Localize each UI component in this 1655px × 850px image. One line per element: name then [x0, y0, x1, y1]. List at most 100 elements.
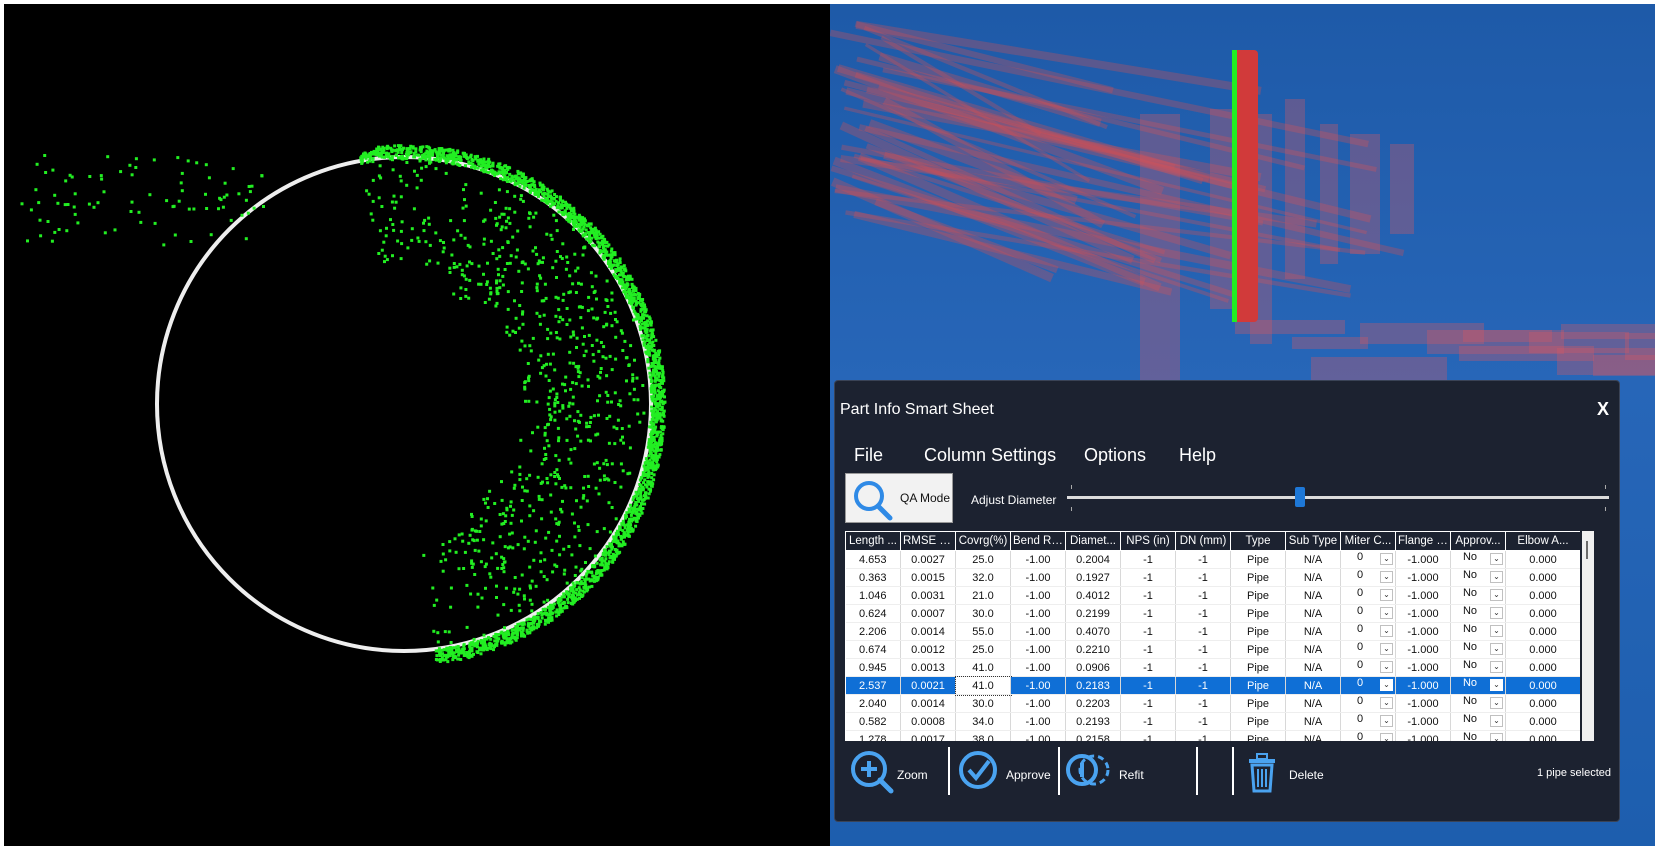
table-cell[interactable]: 0 ⌄	[1340, 676, 1396, 695]
table-cell[interactable]: -1.00	[1010, 658, 1066, 677]
table-cell[interactable]: -1.00	[1010, 586, 1066, 605]
table-cell[interactable]: Pipe	[1230, 676, 1286, 695]
chevron-down-icon[interactable]: ⌄	[1490, 553, 1503, 565]
table-cell[interactable]: -1	[1120, 712, 1176, 731]
delete-button[interactable]: Delete	[1243, 749, 1343, 799]
table-cell[interactable]: 25.0	[955, 640, 1011, 659]
table-cell[interactable]: 25.0	[955, 550, 1011, 569]
menu-help[interactable]: Help	[1179, 445, 1216, 466]
table-cell[interactable]: -1.00	[1010, 604, 1066, 623]
chevron-down-icon[interactable]: ⌄	[1490, 643, 1503, 655]
table-row[interactable]: 0.674 0.0012 25.0 -1.00 0.2210 -1 -1 Pipe N/A 0 ⌄ -…	[845, 640, 1580, 659]
close-button[interactable]: X	[1597, 399, 1609, 420]
adjust-diameter-slider[interactable]	[1067, 481, 1609, 511]
table-cell[interactable]: No ⌄	[1450, 586, 1506, 605]
table-cell[interactable]: N/A	[1285, 676, 1341, 695]
table-cell[interactable]: No ⌄	[1450, 730, 1506, 741]
table-cell[interactable]: 0.2210	[1065, 640, 1121, 659]
table-cell[interactable]: -1	[1175, 730, 1231, 741]
table-cell[interactable]: -1	[1120, 550, 1176, 569]
table-cell[interactable]: 0.0007	[900, 604, 956, 623]
table-cell[interactable]: -1.00	[1010, 712, 1066, 731]
chevron-down-icon[interactable]: ⌄	[1380, 589, 1393, 601]
table-cell[interactable]: 0 ⌄	[1340, 694, 1396, 713]
table-cell[interactable]: Pipe	[1230, 550, 1286, 569]
table-cell[interactable]: 0.2004	[1065, 550, 1121, 569]
table-cell[interactable]: 0.4070	[1065, 622, 1121, 641]
table-cell[interactable]: No ⌄	[1450, 640, 1506, 659]
table-cell[interactable]: 30.0	[955, 694, 1011, 713]
table-cell[interactable]: 41.0	[955, 658, 1011, 677]
table-cell[interactable]: Pipe	[1230, 712, 1286, 731]
column-header[interactable]: Approv...	[1450, 531, 1506, 551]
table-cell[interactable]: No ⌄	[1450, 694, 1506, 713]
chevron-down-icon[interactable]: ⌄	[1380, 571, 1393, 583]
table-cell[interactable]: 1.046	[845, 586, 901, 605]
column-header[interactable]: Elbow A...	[1505, 531, 1580, 551]
column-header[interactable]: Diamet...	[1065, 531, 1121, 551]
qa-mode-button[interactable]: QA Mode	[845, 473, 953, 523]
table-cell[interactable]: 0.945	[845, 658, 901, 677]
table-cell[interactable]: 1.278	[845, 730, 901, 741]
chevron-down-icon[interactable]: ⌄	[1380, 679, 1393, 691]
menu-file[interactable]: File	[854, 445, 883, 466]
table-cell[interactable]: -1.00	[1010, 640, 1066, 659]
table-cell[interactable]: -1	[1120, 658, 1176, 677]
table-cell[interactable]: -1.000	[1395, 694, 1451, 713]
table-cell[interactable]: -1.000	[1395, 550, 1451, 569]
chevron-down-icon[interactable]: ⌄	[1490, 697, 1503, 709]
table-cell[interactable]: 0.0014	[900, 622, 956, 641]
table-cell[interactable]: 0.582	[845, 712, 901, 731]
table-cell[interactable]: -1.00	[1010, 676, 1066, 695]
table-cell[interactable]: -1	[1175, 640, 1231, 659]
table-cell[interactable]: -1	[1175, 586, 1231, 605]
table-cell[interactable]: -1.000	[1395, 712, 1451, 731]
table-cell[interactable]: 2.537	[845, 676, 901, 695]
approve-button[interactable]: Approve	[958, 749, 1053, 799]
table-cell[interactable]: Pipe	[1230, 604, 1286, 623]
chevron-down-icon[interactable]: ⌄	[1490, 625, 1503, 637]
table-cell[interactable]: 0.2193	[1065, 712, 1121, 731]
table-cell[interactable]: 0.0013	[900, 658, 956, 677]
table-cell[interactable]: 0 ⌄	[1340, 604, 1396, 623]
table-cell[interactable]: 0 ⌄	[1340, 712, 1396, 731]
chevron-down-icon[interactable]: ⌄	[1490, 679, 1503, 691]
table-cell[interactable]: 32.0	[955, 568, 1011, 587]
table-cell[interactable]: 0.000	[1505, 712, 1580, 731]
table-cell[interactable]: -1.000	[1395, 658, 1451, 677]
chevron-down-icon[interactable]: ⌄	[1380, 553, 1393, 565]
table-cell[interactable]: 30.0	[955, 604, 1011, 623]
table-cell[interactable]: 0.674	[845, 640, 901, 659]
chevron-down-icon[interactable]: ⌄	[1380, 733, 1393, 741]
table-cell[interactable]: -1	[1175, 604, 1231, 623]
table-cell[interactable]: 0.2203	[1065, 694, 1121, 713]
table-cell[interactable]: N/A	[1285, 622, 1341, 641]
table-cell[interactable]: 0.000	[1505, 730, 1580, 741]
table-cell[interactable]: -1	[1120, 640, 1176, 659]
table-cell[interactable]: 0.0017	[900, 730, 956, 741]
table-cell[interactable]: 0 ⌄	[1340, 568, 1396, 587]
table-cell[interactable]: 2.206	[845, 622, 901, 641]
table-cell[interactable]: -1	[1175, 658, 1231, 677]
chevron-down-icon[interactable]: ⌄	[1380, 661, 1393, 673]
table-row[interactable]: 0.945 0.0013 41.0 -1.00 0.0906 -1 -1 Pipe N/A 0 ⌄ -…	[845, 658, 1580, 677]
table-cell[interactable]: N/A	[1285, 694, 1341, 713]
table-cell[interactable]: 0.0031	[900, 586, 956, 605]
table-cell[interactable]: Pipe	[1230, 730, 1286, 741]
table-cell[interactable]: 34.0	[955, 712, 1011, 731]
table-cell[interactable]: 0.000	[1505, 676, 1580, 695]
table-cell[interactable]: 21.0	[955, 586, 1011, 605]
table-cell[interactable]: -1	[1120, 586, 1176, 605]
table-cell[interactable]: 2.040	[845, 694, 901, 713]
table-cell[interactable]: N/A	[1285, 712, 1341, 731]
table-cell[interactable]: -1.00	[1010, 694, 1066, 713]
table-row[interactable]: 2.537 0.0021 41.0 -1.00 0.2183 -1 -1 Pipe N/A 0 ⌄ -…	[845, 675, 1580, 696]
table-cell[interactable]: -1.000	[1395, 640, 1451, 659]
table-cell[interactable]: 41.0	[954, 675, 1012, 696]
table-cell[interactable]: 0 ⌄	[1340, 622, 1396, 641]
table-cell[interactable]: 0.0014	[900, 694, 956, 713]
table-row[interactable]: 2.206 0.0014 55.0 -1.00 0.4070 -1 -1 Pipe N/A 0 ⌄ -…	[845, 622, 1580, 641]
table-cell[interactable]: 0.0008	[900, 712, 956, 731]
chevron-down-icon[interactable]: ⌄	[1380, 607, 1393, 619]
column-header[interactable]: Type	[1230, 531, 1286, 551]
